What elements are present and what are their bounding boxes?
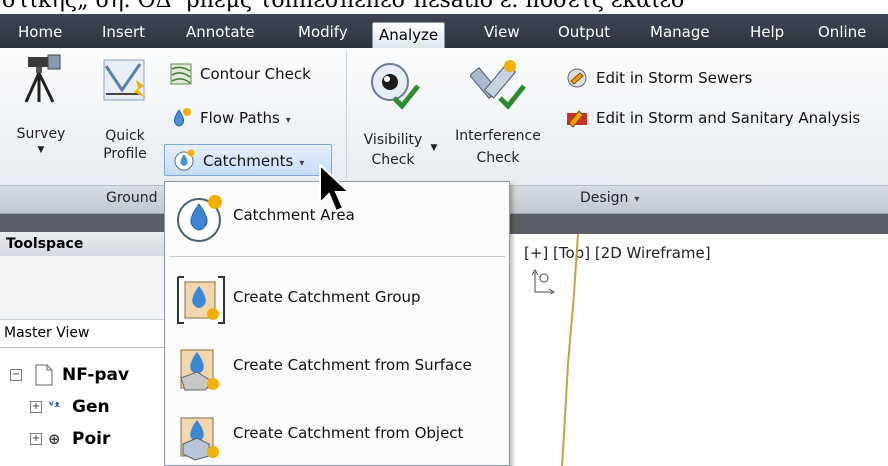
tab-analyze[interactable]: Analyze [372, 22, 446, 49]
expand-icon[interactable]: + [30, 401, 42, 413]
storm-sewers-icon [567, 68, 587, 88]
tab-manage[interactable]: Manage [644, 20, 716, 46]
edit-storm-sanitary-button[interactable]: Edit in Storm and Sanitary Analysis [566, 104, 886, 132]
create-catchment-from-object-label: Create Catchment from Object [233, 424, 464, 442]
visibility-check-icon [371, 63, 420, 110]
catchments-icon [174, 149, 195, 171]
collapse-icon[interactable]: − [10, 369, 22, 381]
ribbon-separator [346, 52, 347, 178]
tab-home[interactable]: Home [12, 20, 68, 46]
quick-profile-label-2: Profile [103, 146, 147, 162]
contour-check-icon [170, 63, 192, 85]
edit-storm-sanitary-label: Edit in Storm and Sanitary Analysis [596, 109, 861, 127]
edit-storm-sewers-button[interactable]: Edit in Storm Sewers [566, 64, 876, 92]
ribbon-tab-bar: Home Insert Annotate Modify Analyze View… [0, 14, 888, 49]
catchment-group-icon [177, 276, 225, 324]
menu-item-create-catchment-from-object[interactable]: Create Catchment from Object [169, 404, 505, 464]
visibility-check-caret-icon[interactable]: ▼ [428, 138, 440, 158]
catchments-caret-icon: ▾ [299, 158, 305, 169]
storm-sanitary-icon [567, 110, 587, 128]
toolspace-title: Toolspace [0, 232, 170, 256]
catchment-from-object-icon [180, 417, 219, 461]
contour-check-button[interactable]: Contour Check [170, 60, 340, 88]
toolspace-panel: Toolspace Master View − NF-pav + ᵛᵜ Gen … [0, 214, 170, 466]
survey-button[interactable]: Survey ▼ [6, 52, 76, 168]
groups-icon: ᵛᵜ [48, 399, 60, 414]
create-catchment-from-surface-label: Create Catchment from Surface [233, 356, 472, 374]
interference-check-button[interactable]: Interference Check [444, 52, 552, 172]
catchments-label: Catchments ▾ [203, 145, 304, 180]
panel-design-label[interactable]: Design ▾ [580, 190, 639, 206]
create-catchment-group-label: Create Catchment Group [233, 288, 421, 306]
catchments-button[interactable]: Catchments ▾ [164, 144, 332, 176]
flow-paths-icon [174, 108, 191, 127]
catchments-dropdown-menu: Catchment Area Create Catchment Group Cr… [164, 181, 510, 466]
catchment-area-icon [177, 195, 222, 242]
tab-online[interactable]: Online [812, 20, 872, 46]
interference-check-icon [470, 60, 526, 110]
catchment-from-surface-icon [180, 349, 219, 391]
tab-output[interactable]: Output [552, 20, 616, 46]
tab-view[interactable]: View [478, 20, 526, 46]
edit-storm-sewers-label: Edit in Storm Sewers [596, 69, 753, 87]
tab-annotate[interactable]: Annotate [180, 20, 261, 46]
ribbon-panel: Survey ▼ Quick Profile Contour Check Flo… [0, 48, 888, 186]
survey-icon [24, 54, 61, 103]
drawing-viewport[interactable]: [+] [Top] [2D Wireframe] [510, 214, 888, 466]
tree-item-label: Gen [72, 397, 110, 417]
caption-text: στικής„ ση. ΟΔ″ ρπεμς τοππεσπεπεσ πεsati… [2, 0, 687, 13]
interference-check-label-1: Interference [455, 128, 541, 144]
visibility-check-label-1: Visibility [363, 132, 423, 148]
quick-profile-button[interactable]: Quick Profile [90, 52, 160, 168]
quick-profile-label-1: Quick [105, 128, 145, 144]
tab-insert[interactable]: Insert [96, 20, 151, 46]
tab-modify[interactable]: Modify [292, 20, 354, 46]
flow-paths-button[interactable]: Flow Paths ▾ [170, 104, 340, 132]
mouse-cursor-icon [319, 163, 352, 213]
flow-paths-label: Flow Paths ▾ [200, 104, 291, 135]
expand-icon[interactable]: + [30, 433, 42, 445]
master-view-selector[interactable]: Master View [0, 322, 170, 348]
toolspace-toolbar [0, 256, 170, 320]
interference-check-label-2: Check [476, 150, 520, 166]
contour-check-label: Contour Check [200, 65, 311, 83]
panel-ground-label[interactable]: Ground [106, 190, 158, 206]
visibility-check-button[interactable]: Visibility Check ▼ [352, 52, 442, 172]
cropped-caption: στικής„ ση. ΟΔ″ ρπεμς τοππεσπεπεσ πεsati… [0, 0, 888, 14]
tree-item-label: Poir [72, 429, 111, 449]
menu-separator [169, 256, 505, 257]
tree-item-label: NF-pav [62, 365, 130, 385]
visibility-check-label-2: Check [371, 152, 415, 168]
boundary-line [561, 233, 579, 466]
toolspace-dark-strip [0, 214, 170, 232]
survey-dropdown-caret[interactable]: ▼ [6, 140, 76, 160]
menu-item-create-catchment-group[interactable]: Create Catchment Group [169, 268, 505, 328]
quick-profile-icon [103, 59, 146, 101]
flow-paths-caret-icon: ▾ [285, 115, 291, 126]
menu-item-create-catchment-from-surface[interactable]: Create Catchment from Surface [169, 336, 505, 396]
design-caret-icon: ▾ [634, 194, 640, 205]
tab-help[interactable]: Help [744, 20, 790, 46]
drawing-file-icon [35, 364, 53, 386]
points-icon: ⊕ [48, 430, 61, 448]
